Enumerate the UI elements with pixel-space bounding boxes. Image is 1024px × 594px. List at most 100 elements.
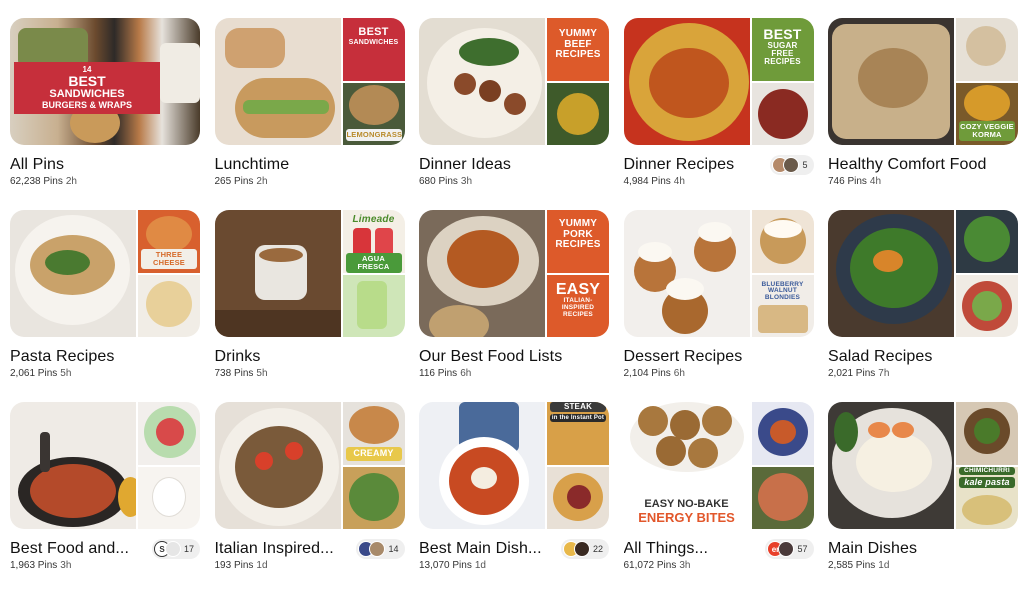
board-card[interactable]: THREE CHEESE Pasta Recipes 2,061 Pins 5h <box>10 210 200 402</box>
pasta-image <box>962 494 1012 525</box>
squash <box>873 250 903 272</box>
best-sandwiches-small-badge: BEST SANDWICHES <box>346 24 402 49</box>
board-title[interactable]: Main Dishes <box>828 540 917 558</box>
avatar <box>573 541 590 557</box>
board-cover[interactable]: BEST SANDWICHES LEMONGRASS <box>214 18 405 145</box>
board-cover[interactable]: EASY NO-BAKE ENERGY BITES <box>623 402 814 529</box>
best-sandwiches-badge: 14 BEST SANDWICHES BURGERS & WRAPS <box>14 62 160 115</box>
board-card[interactable]: BEST SANDWICHES LEMONGRASS Lunchtime 265… <box>214 18 405 210</box>
collaborators-pill[interactable]: 22 <box>560 539 609 559</box>
cover-side-top <box>751 402 814 465</box>
board-card[interactable]: YUMMY BEEF RECIPES Dinner Ideas 680 Pins… <box>419 18 609 210</box>
avatar <box>778 541 795 557</box>
board-card[interactable]: Best Food and... S 17 1,963 Pins 3h <box>10 402 200 594</box>
board-title[interactable]: Italian Inspired... <box>215 540 334 558</box>
last-updated: 3h <box>60 560 72 571</box>
pin-count: 1,963 Pins <box>10 560 58 571</box>
cover-side-bottom <box>342 466 405 529</box>
board-title[interactable]: All Pins <box>10 156 64 174</box>
yummy-pork-badge: YUMMY PORK RECIPES <box>555 218 601 250</box>
pin-count: 2,585 Pins <box>828 560 876 571</box>
instant-pot-label: in the Instant Pot <box>550 414 606 423</box>
last-updated: 5h <box>60 368 72 379</box>
last-updated: 3h <box>679 560 691 571</box>
collaborator-count: 17 <box>183 544 194 554</box>
board-title[interactable]: Dinner Ideas <box>419 156 511 174</box>
board-cover[interactable] <box>828 210 1018 337</box>
board-cover[interactable]: Limeade AGUA FRESCA <box>214 210 405 337</box>
board-cover[interactable]: YUMMY PORK RECIPES EASY ITALIAN-INSPIRED… <box>419 210 609 337</box>
board-meta: 2,061 Pins 5h <box>10 368 200 379</box>
board-title[interactable]: Best Food and... <box>10 540 129 558</box>
energy-bite <box>655 436 686 466</box>
pin-count: 680 Pins <box>419 176 458 187</box>
board-card[interactable]: Salad Recipes 2,021 Pins 7h <box>828 210 1018 402</box>
pin-count: 13,070 Pins <box>419 560 472 571</box>
cover-side-top <box>956 402 1018 465</box>
last-updated: 5h <box>256 368 268 379</box>
collaborators-pill[interactable]: S 17 <box>151 539 200 559</box>
board-card[interactable]: BLUEBERRY WALNUT BLONDIES Dessert Recipe… <box>623 210 814 402</box>
skillet-handle <box>40 432 50 472</box>
board-title[interactable]: Salad Recipes <box>828 348 932 366</box>
board-card[interactable]: YUMMY PORK RECIPES EASY ITALIAN-INSPIRED… <box>419 210 609 402</box>
board-card[interactable]: CHIMICHURRI kale pasta Main Dishes 2,585… <box>828 402 1018 594</box>
last-updated: 6h <box>460 368 472 379</box>
board-card[interactable]: COZY VEGGIE KORMA Healthy Comfort Food 7… <box>828 18 1018 210</box>
last-updated: 7h <box>878 368 890 379</box>
board-cover[interactable]: THREE CHEESE <box>10 210 200 337</box>
board-title[interactable]: Lunchtime <box>215 156 290 174</box>
italian-inspired-subtitle: ITALIAN-INSPIRED RECIPES <box>561 297 595 318</box>
board-card[interactable]: BEST SUGAR FREE RECIPES Dinner Recipes 5… <box>623 18 814 210</box>
dessert-image <box>152 476 186 517</box>
board-title[interactable]: Healthy Comfort Food <box>828 156 987 174</box>
shrimp <box>892 422 914 438</box>
collaborator-count: 57 <box>797 544 808 554</box>
board-card[interactable]: EASY NO-BAKE ENERGY BITES All Things... … <box>623 402 814 594</box>
board-cover[interactable]: BEST SUGAR FREE RECIPES <box>623 18 814 145</box>
board-title[interactable]: Drinks <box>215 348 261 366</box>
last-updated: 1d <box>878 560 890 571</box>
board-title[interactable]: All Things... <box>624 540 709 558</box>
collaborators-pill[interactable]: er 57 <box>765 539 814 559</box>
board-title[interactable]: Pasta Recipes <box>10 348 114 366</box>
avatar <box>164 541 181 557</box>
salad-topping <box>972 290 1002 321</box>
board-title[interactable]: Best Main Dish... <box>419 540 542 558</box>
board-title[interactable]: Dinner Recipes <box>624 156 735 174</box>
board-card[interactable]: STEAK in the Instant Pot Best Main Dish.… <box>419 402 609 594</box>
board-cover[interactable]: BLUEBERRY WALNUT BLONDIES <box>623 210 814 337</box>
board-cover[interactable]: COZY VEGGIE KORMA <box>828 18 1018 145</box>
board-cover[interactable]: CHIMICHURRI kale pasta <box>828 402 1018 529</box>
board-title[interactable]: Dessert Recipes <box>624 348 743 366</box>
cover-main-image <box>623 210 750 337</box>
board-cover[interactable]: 14 BEST SANDWICHES BURGERS & WRAPS <box>10 18 200 145</box>
board-card[interactable]: CREAMY Italian Inspired... 14 193 Pins 1d <box>214 402 405 594</box>
last-updated: 1d <box>474 560 486 571</box>
pasta-topping <box>858 48 928 108</box>
board-cover[interactable]: CREAMY <box>214 402 405 529</box>
strawberries <box>156 418 184 446</box>
board-meta: 738 Pins 5h <box>215 368 405 379</box>
cover-side-bottom <box>547 82 609 145</box>
agua-fresca-banner: AGUA FRESCA <box>345 252 402 273</box>
board-title-row: Italian Inspired... 14 <box>215 539 405 559</box>
sugar-free-badge: BEST SUGAR FREE RECIPES <box>755 24 811 70</box>
cover-side <box>956 210 1018 337</box>
pin-count: 61,072 Pins <box>623 560 677 571</box>
board-title-row: Our Best Food Lists <box>419 347 609 367</box>
board-title-row: All Pins <box>10 155 200 175</box>
board-card[interactable]: Limeade AGUA FRESCA Drinks 738 Pins 5h <box>214 210 405 402</box>
board-title[interactable]: Our Best Food Lists <box>419 348 562 366</box>
cover-side-top: BEST SANDWICHES <box>342 18 405 81</box>
collaborators-pill[interactable]: 14 <box>356 539 405 559</box>
collaborators-pill[interactable]: 5 <box>770 155 814 175</box>
cover-side-bottom <box>751 466 814 529</box>
board-meta: 2,104 Pins 6h <box>624 368 814 379</box>
cover-side-top: STEAK in the Instant Pot <box>547 402 609 465</box>
board-cover[interactable] <box>10 402 200 529</box>
board-cover[interactable]: STEAK in the Instant Pot <box>419 402 609 529</box>
board-card[interactable]: 14 BEST SANDWICHES BURGERS & WRAPS All P… <box>10 18 200 210</box>
sandwich-image <box>224 28 285 68</box>
board-cover[interactable]: YUMMY BEEF RECIPES <box>419 18 609 145</box>
